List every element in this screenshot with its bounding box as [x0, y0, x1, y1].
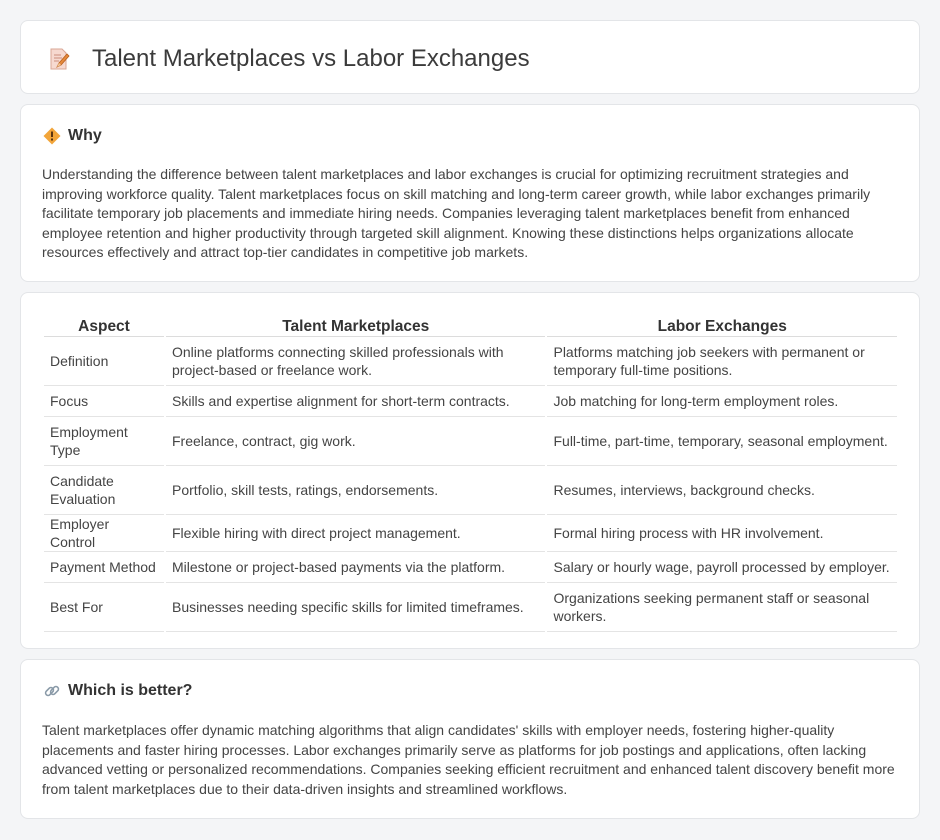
table-row: Best For Businesses needing specific ski…	[44, 583, 897, 632]
aspect-cell: Employer Control	[44, 515, 164, 552]
which-is-better-text: Talent marketplaces offer dynamic matchi…	[42, 722, 895, 797]
talent-cell: Freelance, contract, gig work.	[166, 417, 546, 466]
table-row: Payment Method Milestone or project-base…	[44, 552, 897, 583]
labor-cell: Salary or hourly wage, payroll processed…	[547, 552, 897, 583]
column-header-labor-exchanges: Labor Exchanges	[547, 315, 897, 337]
page-title: Talent Marketplaces vs Labor Exchanges	[92, 45, 530, 72]
talent-cell: Skills and expertise alignment for short…	[166, 386, 546, 417]
labor-cell: Platforms matching job seekers with perm…	[547, 337, 897, 386]
talent-cell: Online platforms connecting skilled prof…	[166, 337, 546, 386]
link-icon	[44, 685, 60, 697]
comparison-card: Aspect Talent Marketplaces Labor Exchang…	[20, 292, 920, 649]
aspect-cell: Candidate Evaluation	[44, 466, 164, 515]
table-row: Candidate Evaluation Portfolio, skill te…	[44, 466, 897, 515]
which-is-better-heading: Which is better?	[68, 682, 193, 699]
table-row: Definition Online platforms connecting s…	[44, 337, 897, 386]
diamond-warning-icon	[43, 127, 61, 145]
aspect-cell: Focus	[44, 386, 164, 417]
table-row: Employer Control Flexible hiring with di…	[44, 515, 897, 552]
talent-cell: Portfolio, skill tests, ratings, endorse…	[166, 466, 546, 515]
column-header-aspect: Aspect	[44, 315, 164, 337]
talent-cell: Flexible hiring with direct project mana…	[166, 515, 546, 552]
table-row: Focus Skills and expertise alignment for…	[44, 386, 897, 417]
why-text: Understanding the difference between tal…	[42, 166, 871, 261]
table-header-row: Aspect Talent Marketplaces Labor Exchang…	[44, 315, 897, 337]
labor-cell: Organizations seeking permanent staff or…	[547, 583, 897, 632]
which-is-better-section: Which is better? Talent marketplaces off…	[20, 659, 920, 819]
table-row: Employment Type Freelance, contract, gig…	[44, 417, 897, 466]
why-section: Why Understanding the difference between…	[20, 104, 920, 282]
labor-cell: Job matching for long-term employment ro…	[547, 386, 897, 417]
labor-cell: Resumes, interviews, background checks.	[547, 466, 897, 515]
labor-cell: Full-time, part-time, temporary, seasona…	[547, 417, 897, 466]
talent-cell: Businesses needing specific skills for l…	[166, 583, 546, 632]
document-pencil-icon	[50, 48, 70, 70]
talent-cell: Milestone or project-based payments via …	[166, 552, 546, 583]
aspect-cell: Best For	[44, 583, 164, 632]
aspect-cell: Employment Type	[44, 417, 164, 466]
aspect-cell: Definition	[44, 337, 164, 386]
comparison-table: Aspect Talent Marketplaces Labor Exchang…	[42, 315, 899, 632]
header-card: Talent Marketplaces vs Labor Exchanges	[20, 20, 920, 94]
aspect-cell: Payment Method	[44, 552, 164, 583]
labor-cell: Formal hiring process with HR involvemen…	[547, 515, 897, 552]
column-header-talent-marketplaces: Talent Marketplaces	[166, 315, 546, 337]
why-heading: Why	[68, 127, 102, 144]
